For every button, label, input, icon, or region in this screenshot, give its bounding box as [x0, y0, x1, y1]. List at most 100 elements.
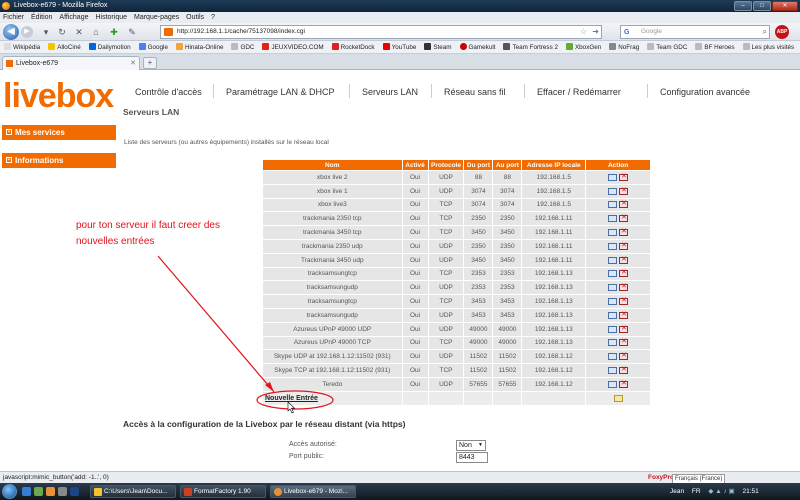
public-port-input[interactable]: 8443 — [456, 452, 488, 463]
quicklaunch-ie-icon[interactable] — [22, 487, 31, 496]
search-icon[interactable]: ⌕ — [763, 26, 767, 38]
edit-icon[interactable] — [608, 297, 618, 305]
quicklaunch-desktop-icon[interactable] — [34, 487, 43, 496]
delete-icon[interactable] — [619, 255, 629, 264]
menu-item-marque-pages[interactable]: Marque-pages — [134, 12, 179, 23]
edit-icon[interactable] — [608, 339, 618, 347]
nav-reseau-sans-fil[interactable]: Réseau sans fil — [432, 84, 524, 100]
history-dropdown-icon[interactable]: ▾ — [40, 26, 52, 38]
stop-icon[interactable]: ✕ — [73, 26, 85, 38]
access-allowed-select[interactable]: Non ▼ — [456, 440, 486, 451]
edit-icon[interactable] — [608, 242, 618, 250]
add-icon[interactable]: ✚ — [108, 26, 120, 38]
delete-icon[interactable] — [619, 241, 629, 250]
menu-item-affichage[interactable]: Affichage — [59, 12, 88, 23]
nav-serveurs-lan[interactable]: Serveurs LAN — [350, 84, 431, 100]
nav-configuration-avancee[interactable]: Configuration avancée — [648, 84, 768, 100]
start-button[interactable] — [2, 484, 17, 499]
menu-item-outils[interactable]: Outils — [186, 12, 204, 23]
edit-icon[interactable] — [608, 353, 618, 361]
forward-icon[interactable]: ▶ — [21, 26, 33, 38]
close-tab-icon[interactable]: ✕ — [130, 57, 136, 70]
menu-item-fichier[interactable]: Fichier — [3, 12, 24, 23]
edit-icon[interactable] — [608, 311, 618, 319]
minimize-button[interactable]: ‒ — [734, 1, 752, 11]
bookmark-item[interactable]: Dailymotion — [88, 41, 131, 53]
delete-icon[interactable] — [619, 172, 629, 181]
bookmark-item[interactable]: Gamekult — [459, 41, 495, 53]
bookmark-item[interactable]: GDC — [231, 41, 254, 53]
bookmark-star-icon[interactable]: ☆ — [580, 26, 587, 38]
delete-icon[interactable] — [619, 186, 629, 195]
add-entry-icon[interactable] — [613, 394, 623, 402]
delete-icon[interactable] — [619, 227, 629, 236]
edit-icon[interactable] — [608, 201, 618, 209]
search-input[interactable]: G Google ⌕ — [620, 25, 770, 39]
delete-icon[interactable] — [619, 337, 629, 347]
bookmark-item[interactable]: Team GDC — [647, 41, 687, 53]
menu-item-edition[interactable]: Édition — [31, 12, 52, 23]
bookmark-item[interactable]: AlloCiné — [48, 41, 81, 53]
bookmark-item[interactable]: Wikipédia — [4, 41, 40, 53]
new-tab-button[interactable]: + — [143, 57, 157, 69]
edit-icon[interactable] — [608, 228, 618, 236]
edit-icon[interactable] — [608, 270, 618, 278]
tab-livebox[interactable]: Livebox-e679 ✕ — [2, 56, 140, 70]
delete-icon[interactable] — [619, 213, 629, 223]
url-bar[interactable]: http://192.168.1.1/cache/75137098/index.… — [160, 25, 602, 39]
menu-item-historique[interactable]: Historique — [95, 12, 127, 23]
tray-icons[interactable]: ◆ ▲ ♪ ▣ — [708, 488, 734, 495]
bookmark-item[interactable]: Google — [138, 41, 168, 53]
tool-icon[interactable]: ✎ — [126, 26, 138, 38]
quicklaunch-switch-icon[interactable] — [58, 487, 67, 496]
delete-icon[interactable] — [619, 268, 629, 278]
bookmark-item[interactable]: JEUXVIDEO.COM — [262, 41, 324, 53]
delete-icon[interactable] — [619, 199, 629, 209]
delete-icon[interactable] — [619, 282, 629, 292]
menu-item-help[interactable]: ? — [211, 12, 215, 23]
delete-icon[interactable] — [619, 351, 629, 361]
close-button[interactable]: ✕ — [772, 1, 798, 11]
quicklaunch-firefox-icon[interactable] — [46, 487, 55, 496]
delete-icon[interactable] — [619, 324, 629, 333]
delete-icon[interactable] — [619, 379, 629, 388]
nav-controle-acces[interactable]: Contrôle d'accès — [123, 84, 213, 100]
delete-icon[interactable] — [619, 310, 629, 319]
clock[interactable]: 21:51 — [742, 488, 758, 495]
edit-icon[interactable] — [608, 215, 618, 223]
livebox-logo[interactable]: livebox — [3, 77, 114, 115]
taskbar-item-explorer[interactable]: C:\Users\Jean\Docu... — [90, 485, 176, 498]
bookmark-item[interactable]: Team Fortress 2 — [503, 41, 558, 53]
maximize-button[interactable]: □ — [753, 1, 771, 11]
reload-icon[interactable]: ↻ — [56, 26, 68, 38]
quicklaunch-media-icon[interactable] — [70, 487, 79, 496]
delete-icon[interactable] — [619, 296, 629, 305]
bookmark-item[interactable]: BF Heroes — [695, 41, 735, 53]
edit-icon[interactable] — [608, 284, 618, 292]
bookmark-item[interactable]: Les plus visités — [742, 41, 794, 53]
nav-parametrage-lan[interactable]: Paramétrage LAN & DHCP — [214, 84, 349, 100]
go-icon[interactable]: ➜ — [592, 26, 599, 38]
delete-icon[interactable] — [619, 365, 629, 374]
sidebar-item-mes-services[interactable]: + Mes services — [2, 125, 116, 140]
bookmark-item[interactable]: RocketDock — [331, 41, 375, 53]
edit-icon[interactable] — [608, 173, 618, 181]
taskbar-item-firefox[interactable]: Livebox-e679 - Mozi... — [270, 485, 356, 498]
home-icon[interactable]: ⌂ — [90, 26, 102, 38]
edit-icon[interactable] — [608, 380, 618, 388]
nav-effacer-redemarrer[interactable]: Effacer / Redémarrer — [525, 84, 647, 100]
bookmark-item[interactable]: NoFrag — [609, 41, 639, 53]
sidebar-item-informations[interactable]: + Informations — [2, 153, 116, 168]
language-indicator[interactable]: FR — [692, 488, 701, 495]
back-icon[interactable]: ◀ — [3, 24, 19, 40]
edit-icon[interactable] — [608, 366, 618, 374]
bookmark-item[interactable]: Hinata-Online — [175, 41, 223, 53]
edit-icon[interactable] — [608, 256, 618, 264]
taskbar-item-formatfactory[interactable]: FormatFactory 1.90 — [180, 485, 266, 498]
bookmark-item[interactable]: XboxGen — [565, 41, 601, 53]
adblock-icon[interactable]: ABP — [775, 25, 789, 39]
new-entry-link[interactable]: Nouvelle Entrée — [265, 395, 318, 402]
edit-icon[interactable] — [608, 325, 618, 333]
edit-icon[interactable] — [608, 187, 618, 195]
bookmark-item[interactable]: Steam — [424, 41, 452, 53]
